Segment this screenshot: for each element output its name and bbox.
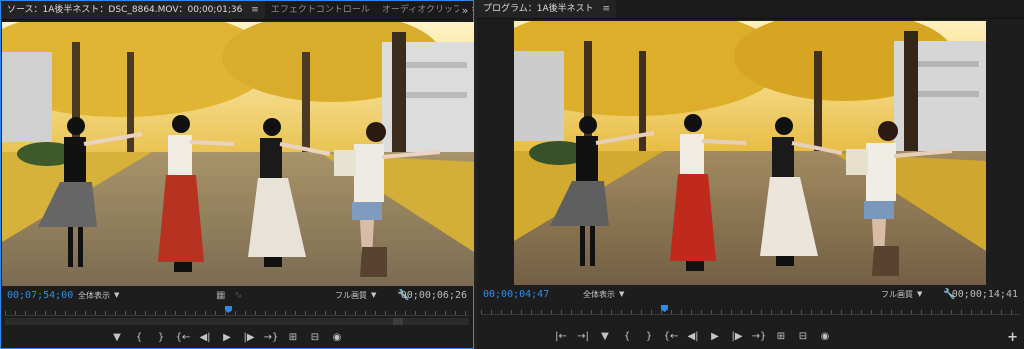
extract-button[interactable]: ⊟ <box>792 329 814 343</box>
tab-source-label: ソース：1A後半ネスト：DSC_8864.MOV：00;00;01;36 <box>7 4 243 15</box>
go-to-in-icon: {← <box>663 330 679 342</box>
go-to-in-button[interactable]: {← <box>660 329 682 343</box>
in-point-button[interactable]: { <box>616 329 638 343</box>
chevron-down-icon: ▼ <box>371 291 377 299</box>
fit-label: 全体表示 <box>583 289 615 299</box>
source-video-frame <box>2 22 474 286</box>
video-frame-image <box>514 21 986 285</box>
source-quality-dropdown[interactable]: フル画質 ▼ <box>335 290 376 301</box>
step-back-button[interactable]: ◀| <box>682 329 704 343</box>
fit-label: 全体表示 <box>78 290 110 300</box>
source-monitor-panel: ソース：1A後半ネスト：DSC_8864.MOV：00;00;01;36 ≡ エ… <box>0 0 474 349</box>
program-fit-dropdown[interactable]: 全体表示 ▼ <box>583 289 624 300</box>
out-point-icon: } <box>645 330 653 342</box>
overwrite-button[interactable]: ⊟ <box>304 330 326 344</box>
out-point-icon: } <box>157 331 165 343</box>
quality-label: フル画質 <box>335 290 367 300</box>
marker-button[interactable]: ▼ <box>106 330 128 344</box>
chevron-down-icon: ▼ <box>114 291 120 299</box>
marker-icon: ▼ <box>601 330 609 342</box>
export-frame-button[interactable]: ◉ <box>326 330 348 344</box>
go-to-in-button[interactable]: {← <box>172 330 194 344</box>
quality-label: フル画質 <box>881 289 913 299</box>
mark-out-button[interactable]: →| <box>572 329 594 343</box>
go-to-out-button[interactable]: →} <box>260 330 282 344</box>
source-zoom-scrollbar[interactable] <box>5 318 469 325</box>
source-tab-bar: ソース：1A後半ネスト：DSC_8864.MOV：00;00;01;36 ≡ エ… <box>1 1 473 20</box>
tab-effect-controls[interactable]: エフェクトコントロール <box>265 1 376 19</box>
add-button[interactable]: + <box>1007 330 1018 345</box>
export-frame-icon: ◉ <box>820 330 830 342</box>
source-playhead-timecode[interactable]: 00;07;54;00 <box>7 290 73 301</box>
chevron-down-icon: ▼ <box>917 290 923 298</box>
export-frame-button[interactable]: ◉ <box>814 329 836 343</box>
step-back-button[interactable]: ◀| <box>194 330 216 344</box>
play-icon: ▶ <box>223 331 231 343</box>
source-transport-controls: ▼ {} {← ◀| ▶ |▶ →} ⊞ ⊟ ◉ <box>106 330 348 344</box>
ruler-ticks <box>481 310 1020 314</box>
program-transport-controls: |← →| ▼ {} {← ◀| ▶ |▶ →} ⊞ ⊟ ◉ <box>550 329 836 343</box>
source-duration-timecode: 00;00;06;26 <box>400 289 467 301</box>
source-info-bar: 00;07;54;00 全体表示 ▼ ▦ ∿ フル画質 ▼ 🔧 00;00;06;2… <box>1 287 473 303</box>
panel-menu-icon[interactable]: ≡ <box>603 4 611 14</box>
in-point-icon: { <box>135 331 143 343</box>
safe-margins-icon[interactable]: ▦ <box>216 290 225 301</box>
scrollbar-thumb[interactable] <box>393 318 403 325</box>
tab-program[interactable]: プログラム：1A後半ネスト ≡ <box>477 0 617 18</box>
program-video-frame <box>514 21 986 285</box>
step-forward-button[interactable]: |▶ <box>238 330 260 344</box>
program-monitor-panel: プログラム：1A後半ネスト ≡ 00;00;04;47 全体表示 ▼ フル画質 … <box>477 0 1024 349</box>
program-quality-dropdown[interactable]: フル画質 ▼ <box>881 289 922 300</box>
source-time-ruler[interactable] <box>5 306 469 316</box>
export-frame-icon: ◉ <box>332 331 342 343</box>
marker-button[interactable]: ▼ <box>594 329 616 343</box>
play-button[interactable]: ▶ <box>216 330 238 344</box>
step-forward-icon: |▶ <box>731 330 743 342</box>
lift-button[interactable]: ⊞ <box>770 329 792 343</box>
ruler-ticks <box>5 311 469 315</box>
tab-overflow-icon[interactable]: » <box>459 1 471 20</box>
step-forward-button[interactable]: |▶ <box>726 329 748 343</box>
play-icon: ▶ <box>711 330 719 342</box>
chevron-down-icon: ▼ <box>619 290 625 298</box>
go-to-out-icon: →} <box>263 331 279 343</box>
mark-in-button[interactable]: |← <box>550 329 572 343</box>
step-back-icon: ◀| <box>687 330 699 342</box>
step-back-icon: ◀| <box>199 331 211 343</box>
panel-menu-icon[interactable]: ≡ <box>251 5 259 15</box>
out-point-button[interactable]: } <box>150 330 172 344</box>
lift-icon: ⊞ <box>776 330 786 342</box>
program-time-ruler[interactable] <box>481 305 1020 315</box>
in-point-button[interactable]: { <box>128 330 150 344</box>
tab-source[interactable]: ソース：1A後半ネスト：DSC_8864.MOV：00;00;01;36 ≡ <box>1 1 265 19</box>
go-to-out-button[interactable]: →} <box>748 329 770 343</box>
out-point-button[interactable]: } <box>638 329 660 343</box>
play-button[interactable]: ▶ <box>704 329 726 343</box>
step-forward-icon: |▶ <box>243 331 255 343</box>
insert-icon: ⊞ <box>288 331 298 343</box>
in-point-icon: { <box>623 330 631 342</box>
overwrite-icon: ⊟ <box>310 331 320 343</box>
go-to-out-icon: →} <box>751 330 767 342</box>
program-playhead-timecode[interactable]: 00;00;04;47 <box>483 289 549 300</box>
source-fit-dropdown[interactable]: 全体表示 ▼ <box>78 290 119 301</box>
program-duration-timecode: 00;00;14;41 <box>951 288 1018 300</box>
extract-icon: ⊟ <box>798 330 808 342</box>
mark-out-icon: →| <box>577 330 589 342</box>
insert-button[interactable]: ⊞ <box>282 330 304 344</box>
drag-audio-icon[interactable]: ∿ <box>234 290 242 301</box>
tab-program-label: プログラム：1A後半ネスト <box>483 3 594 14</box>
marker-icon: ▼ <box>113 331 121 343</box>
mark-in-icon: |← <box>555 330 567 342</box>
program-tab-bar: プログラム：1A後半ネスト ≡ <box>477 0 1024 19</box>
program-info-bar: 00;00;04;47 全体表示 ▼ フル画質 ▼ 🔧 00;00;14;41 <box>477 286 1024 302</box>
go-to-in-icon: {← <box>175 331 191 343</box>
video-frame-image <box>2 22 474 286</box>
